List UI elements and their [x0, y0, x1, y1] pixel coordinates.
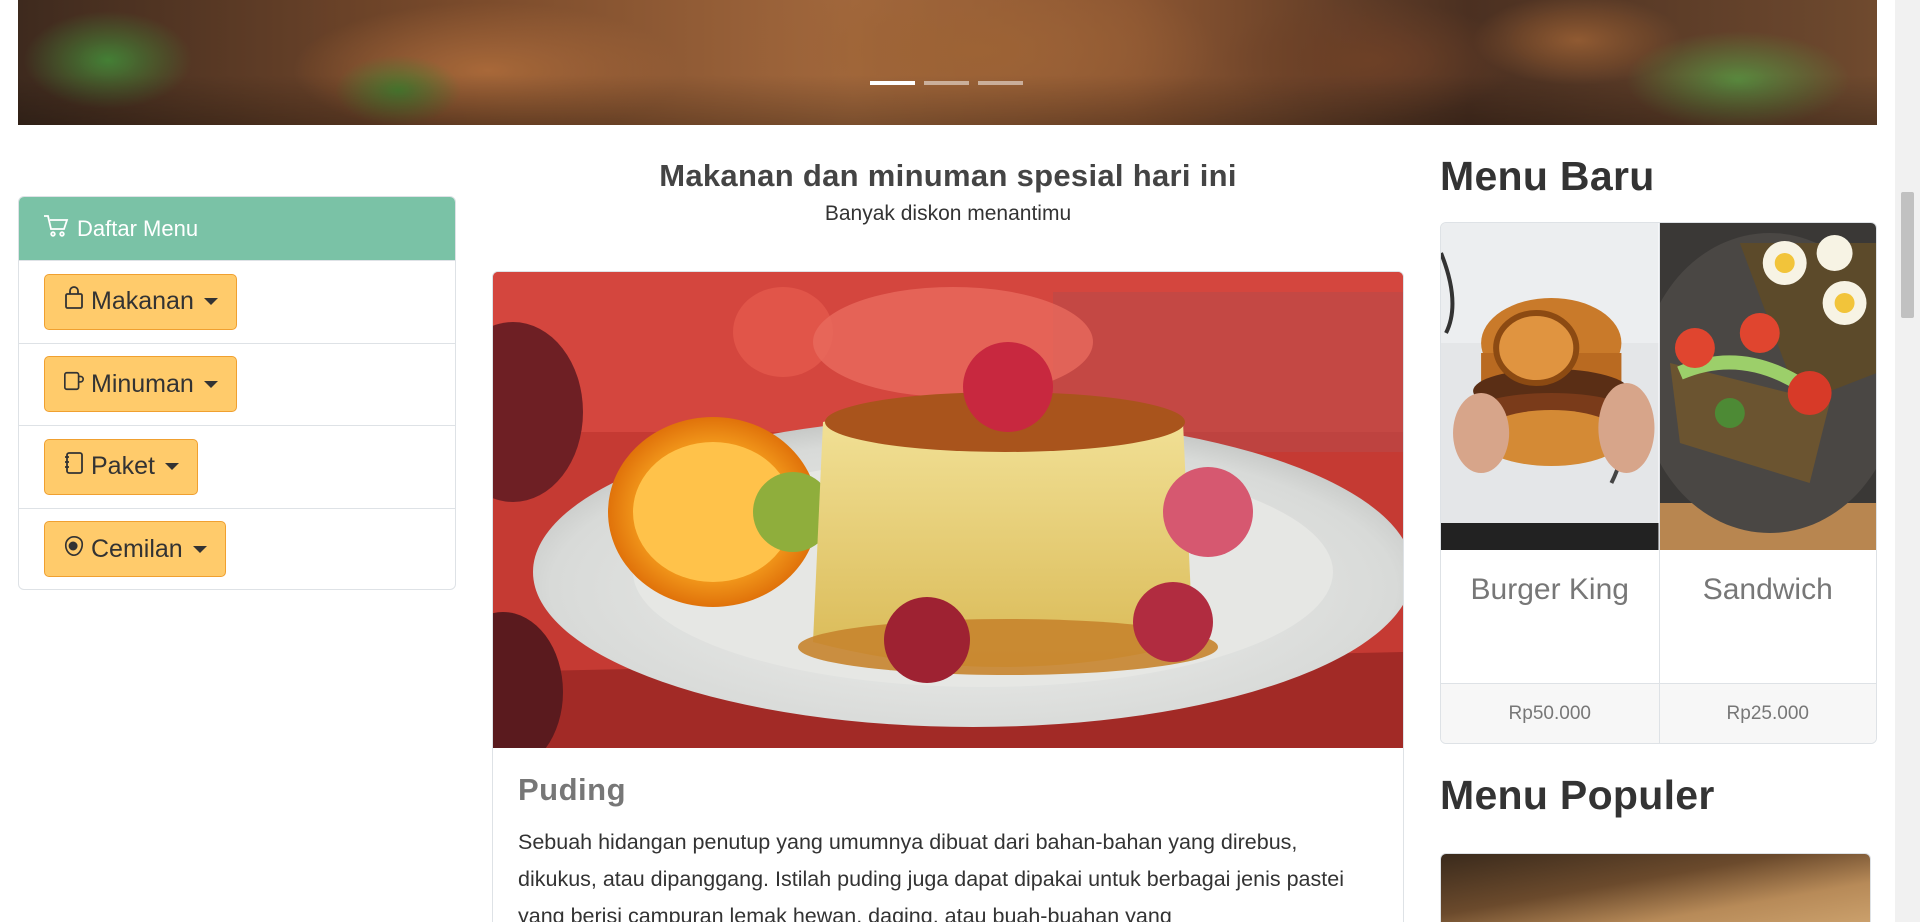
paket-dropdown-button[interactable]: Paket — [44, 438, 198, 495]
new-menu-card[interactable]: Sandwich Rp25.000 — [1658, 223, 1876, 743]
chevron-down-icon — [164, 463, 179, 471]
menu-sidebar: Daftar Menu Makanan Minuman Paket Cemila… — [18, 196, 456, 590]
notebook-icon — [63, 451, 85, 482]
minuman-dropdown-button[interactable]: Minuman — [44, 356, 237, 413]
sandwich-image — [1659, 223, 1876, 550]
new-menu-name: Sandwich — [1702, 573, 1833, 606]
bag-icon — [63, 286, 85, 317]
carousel-indicator-1[interactable] — [870, 81, 915, 85]
makanan-label: Makanan — [91, 287, 194, 316]
sidebar-item-paket: Paket — [19, 425, 455, 508]
hero-carousel[interactable] — [18, 0, 1877, 125]
chevron-down-icon — [203, 380, 218, 388]
chevron-down-icon — [203, 298, 218, 306]
page-title: Makanan dan minuman spesial hari ini — [659, 158, 1237, 193]
cart-icon — [43, 214, 69, 244]
new-menu-group: Burger King Rp50.000 Sandwich Rp25.000 — [1440, 222, 1877, 744]
popular-menu-card[interactable] — [1440, 853, 1871, 922]
page-subtitle: Banyak diskon menantimu — [824, 202, 1072, 225]
new-menu-card[interactable]: Burger King Rp50.000 — [1441, 223, 1659, 743]
featured-menu-name: Puding — [518, 772, 627, 807]
egg-icon — [63, 534, 85, 565]
new-menu-title: Menu Baru — [1440, 153, 1655, 199]
carousel-indicators — [870, 81, 1023, 85]
page-scrollbar[interactable] — [1895, 0, 1920, 922]
sidebar-item-makanan: Makanan — [19, 260, 455, 343]
new-menu-price: Rp50.000 — [1441, 683, 1659, 743]
minuman-label: Minuman — [91, 369, 194, 398]
popular-menu-title: Menu Populer — [1440, 772, 1715, 818]
carousel-indicator-2[interactable] — [924, 81, 969, 85]
featured-menu-image — [493, 272, 1403, 748]
featured-menu-card[interactable]: Puding Sebuah hidangan penutup yang umum… — [492, 271, 1404, 922]
carousel-indicator-3[interactable] — [978, 81, 1023, 85]
new-menu-price: Rp25.000 — [1659, 683, 1876, 743]
new-menu-name: Burger King — [1470, 573, 1629, 606]
sidebar-header-label: Daftar Menu — [77, 215, 199, 241]
sidebar-header: Daftar Menu — [19, 197, 455, 260]
featured-menu-description: Sebuah hidangan penutup yang umumnya dib… — [518, 830, 1344, 922]
scrollbar-thumb[interactable] — [1901, 192, 1914, 318]
cemilan-dropdown-button[interactable]: Cemilan — [44, 521, 226, 578]
cup-icon — [63, 369, 85, 400]
sidebar-item-cemilan: Cemilan — [19, 507, 455, 590]
makanan-dropdown-button[interactable]: Makanan — [44, 273, 237, 330]
burger-image — [1441, 223, 1659, 550]
paket-label: Paket — [91, 452, 155, 481]
sidebar-item-minuman: Minuman — [19, 342, 455, 426]
cemilan-label: Cemilan — [91, 534, 183, 563]
chevron-down-icon — [192, 545, 207, 553]
